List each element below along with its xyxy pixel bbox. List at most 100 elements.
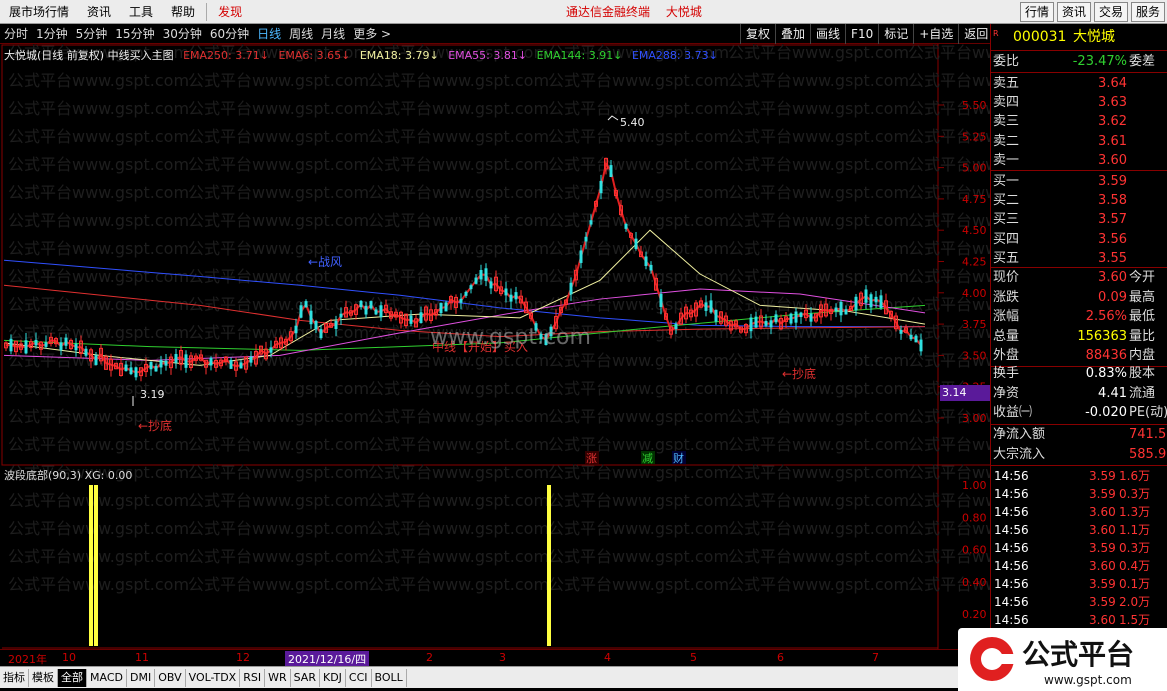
candle-body xyxy=(444,302,448,312)
candle-body xyxy=(634,238,638,249)
time-tick: 2 xyxy=(426,651,433,664)
watermark-text: 公式平台www.gspt.com xyxy=(188,183,369,202)
watermark-text: 公式平台www.gspt.com xyxy=(368,211,549,230)
back-button[interactable]: 返回 xyxy=(958,24,993,44)
candle-body xyxy=(339,313,343,318)
watermark-text: 公式平台www.gspt.com xyxy=(728,183,909,202)
f10-button[interactable]: F10 xyxy=(845,24,878,44)
price-tick: 4.50 xyxy=(962,224,987,237)
watermark-text: 公式平台www.gspt.com xyxy=(8,575,189,594)
watermark-text: 公式平台www.gspt.com xyxy=(8,267,189,286)
menu-discover[interactable]: 发现 xyxy=(209,0,251,24)
buy-level: 买五 3.55 xyxy=(993,250,1127,266)
stock-title: 大悦城 xyxy=(665,5,702,19)
period-60min[interactable]: 60分钟 xyxy=(206,25,253,42)
mark-button[interactable]: 标记 xyxy=(878,24,913,44)
rise-mark: 涨 xyxy=(586,452,597,465)
tab-kdj[interactable]: KDJ xyxy=(320,668,346,687)
watermark-text: 公式平台www.gspt.com xyxy=(728,211,909,230)
candle-body xyxy=(149,361,153,370)
quote-button[interactable]: 行情 xyxy=(1019,2,1054,22)
tab-vol-tdx[interactable]: VOL-TDX xyxy=(186,668,241,687)
menu-tools[interactable]: 工具 xyxy=(120,0,162,24)
watermark-text: 公式平台www.gspt.com xyxy=(548,379,729,398)
candle-body xyxy=(504,288,508,296)
watermark-text: 公式平台www.gspt.com xyxy=(728,44,909,62)
tab-template[interactable]: 模板 xyxy=(29,668,58,687)
adjust-button[interactable]: 复权 xyxy=(740,24,775,44)
menu-news[interactable]: 资讯 xyxy=(78,0,120,24)
tab-indicator[interactable]: 指标 xyxy=(0,668,29,687)
tick-row: 14:56 3.59 0.3万 xyxy=(994,487,1151,501)
news-button[interactable]: 资讯 xyxy=(1056,2,1091,22)
indicator-tick: 0.20 xyxy=(962,608,987,621)
watermark-text: 公式平台www.gspt.com xyxy=(908,267,990,286)
watermark-text: 公式平台www.gspt.com xyxy=(548,575,729,594)
tab-macd[interactable]: MACD xyxy=(87,668,127,687)
tab-dmi[interactable]: DMI xyxy=(127,668,156,687)
chart-title: 大悦城(日线 前复权) 中线买入主图 xyxy=(4,49,174,62)
tab-sar[interactable]: SAR xyxy=(291,668,320,687)
price-tick: 4.00 xyxy=(962,287,987,300)
tab-cci[interactable]: CCI xyxy=(346,668,372,687)
menu-help[interactable]: 帮助 xyxy=(162,0,204,24)
flow-row: 大宗流入 585.9 xyxy=(993,446,1167,462)
period-more[interactable]: 更多 > xyxy=(349,25,395,42)
tab-wr[interactable]: WR xyxy=(265,668,291,687)
price-tick: 3.75 xyxy=(962,318,987,331)
stock-code: 000031 xyxy=(1013,29,1067,45)
watermark-text: 公式平台www.gspt.com xyxy=(368,379,549,398)
time-tick: 2021/12/16/四 xyxy=(285,651,370,667)
overlay-button[interactable]: 叠加 xyxy=(775,24,810,44)
candle-body xyxy=(134,367,138,378)
candle-body xyxy=(419,312,423,324)
time-axis[interactable]: 2021年 10 11 12 2021/12/16/四 2 3 4 5 6 7 xyxy=(0,649,960,667)
candle-body xyxy=(269,347,273,353)
menu-market[interactable]: 展市场行情 xyxy=(0,0,78,24)
service-button[interactable]: 服务 xyxy=(1130,2,1165,22)
candle-body xyxy=(844,309,848,315)
period-intraday[interactable]: 分时 xyxy=(0,25,32,42)
app-window: 展市场行情 资讯 工具 帮助 发现 通达信金融终端 大悦城 行情 资讯 交易 服… xyxy=(0,0,1167,691)
watermark-text: 公式平台www.gspt.com xyxy=(908,44,990,62)
period-monthly[interactable]: 月线 xyxy=(317,25,349,42)
buy-level: 买一 3.59 xyxy=(993,174,1127,189)
watermark-text: 公式平台www.gspt.com xyxy=(548,155,729,174)
add-watchlist-button[interactable]: +自选 xyxy=(913,24,958,44)
kline-chart[interactable]: 公式平台www.gspt.com公式平台www.gspt.com公式平台www.… xyxy=(0,44,990,650)
candle-body xyxy=(509,294,513,302)
chart-tools: 复权 叠加 画线 F10 标记 +自选 返回 xyxy=(740,24,993,44)
watermark-text: 公式平台www.gspt.com xyxy=(548,351,729,370)
watermark-text: 公式平台www.gspt.com xyxy=(548,183,729,202)
candle-body xyxy=(94,355,98,365)
tab-boll[interactable]: BOLL xyxy=(372,668,407,687)
period-15min[interactable]: 15分钟 xyxy=(111,25,158,42)
watermark-text: 公式平台www.gspt.com xyxy=(188,127,369,146)
tab-all[interactable]: 全部 xyxy=(58,668,87,687)
candle-body xyxy=(9,338,13,352)
period-30min[interactable]: 30分钟 xyxy=(159,25,206,42)
watermark-text: 公式平台www.gspt.com xyxy=(728,519,909,538)
period-daily[interactable]: 日线 xyxy=(253,25,285,42)
period-weekly[interactable]: 周线 xyxy=(285,25,317,42)
watermark-text: 公式平台www.gspt.com xyxy=(188,323,369,342)
watermark-text: 公式平台www.gspt.com xyxy=(548,547,729,566)
tab-rsi[interactable]: RSI xyxy=(240,668,266,687)
watermark-text: 公式平台www.gspt.com xyxy=(548,491,729,510)
period-1min[interactable]: 1分钟 xyxy=(32,25,72,42)
quote-panel: R 000031 大悦城 委比 -23.47% 委差 卖五 3.64 卖四 3.63 卖… xyxy=(990,24,1167,666)
weibi-value: -23.47% xyxy=(1072,54,1127,69)
draw-line-button[interactable]: 画线 xyxy=(810,24,845,44)
trade-button[interactable]: 交易 xyxy=(1093,2,1128,22)
candle-body xyxy=(754,316,758,328)
candle-body xyxy=(164,360,168,366)
stat-row: 外盘 88436 内盘 xyxy=(993,348,1156,363)
candle-body xyxy=(314,321,318,330)
price-tick: 5.50 xyxy=(962,99,987,112)
candle-body xyxy=(374,309,378,315)
candle-body xyxy=(124,364,128,372)
period-5min[interactable]: 5分钟 xyxy=(72,25,112,42)
window-title: 通达信金融终端 大悦城 xyxy=(566,0,714,24)
tab-obv[interactable]: OBV xyxy=(155,668,186,687)
candle-body xyxy=(774,314,778,323)
